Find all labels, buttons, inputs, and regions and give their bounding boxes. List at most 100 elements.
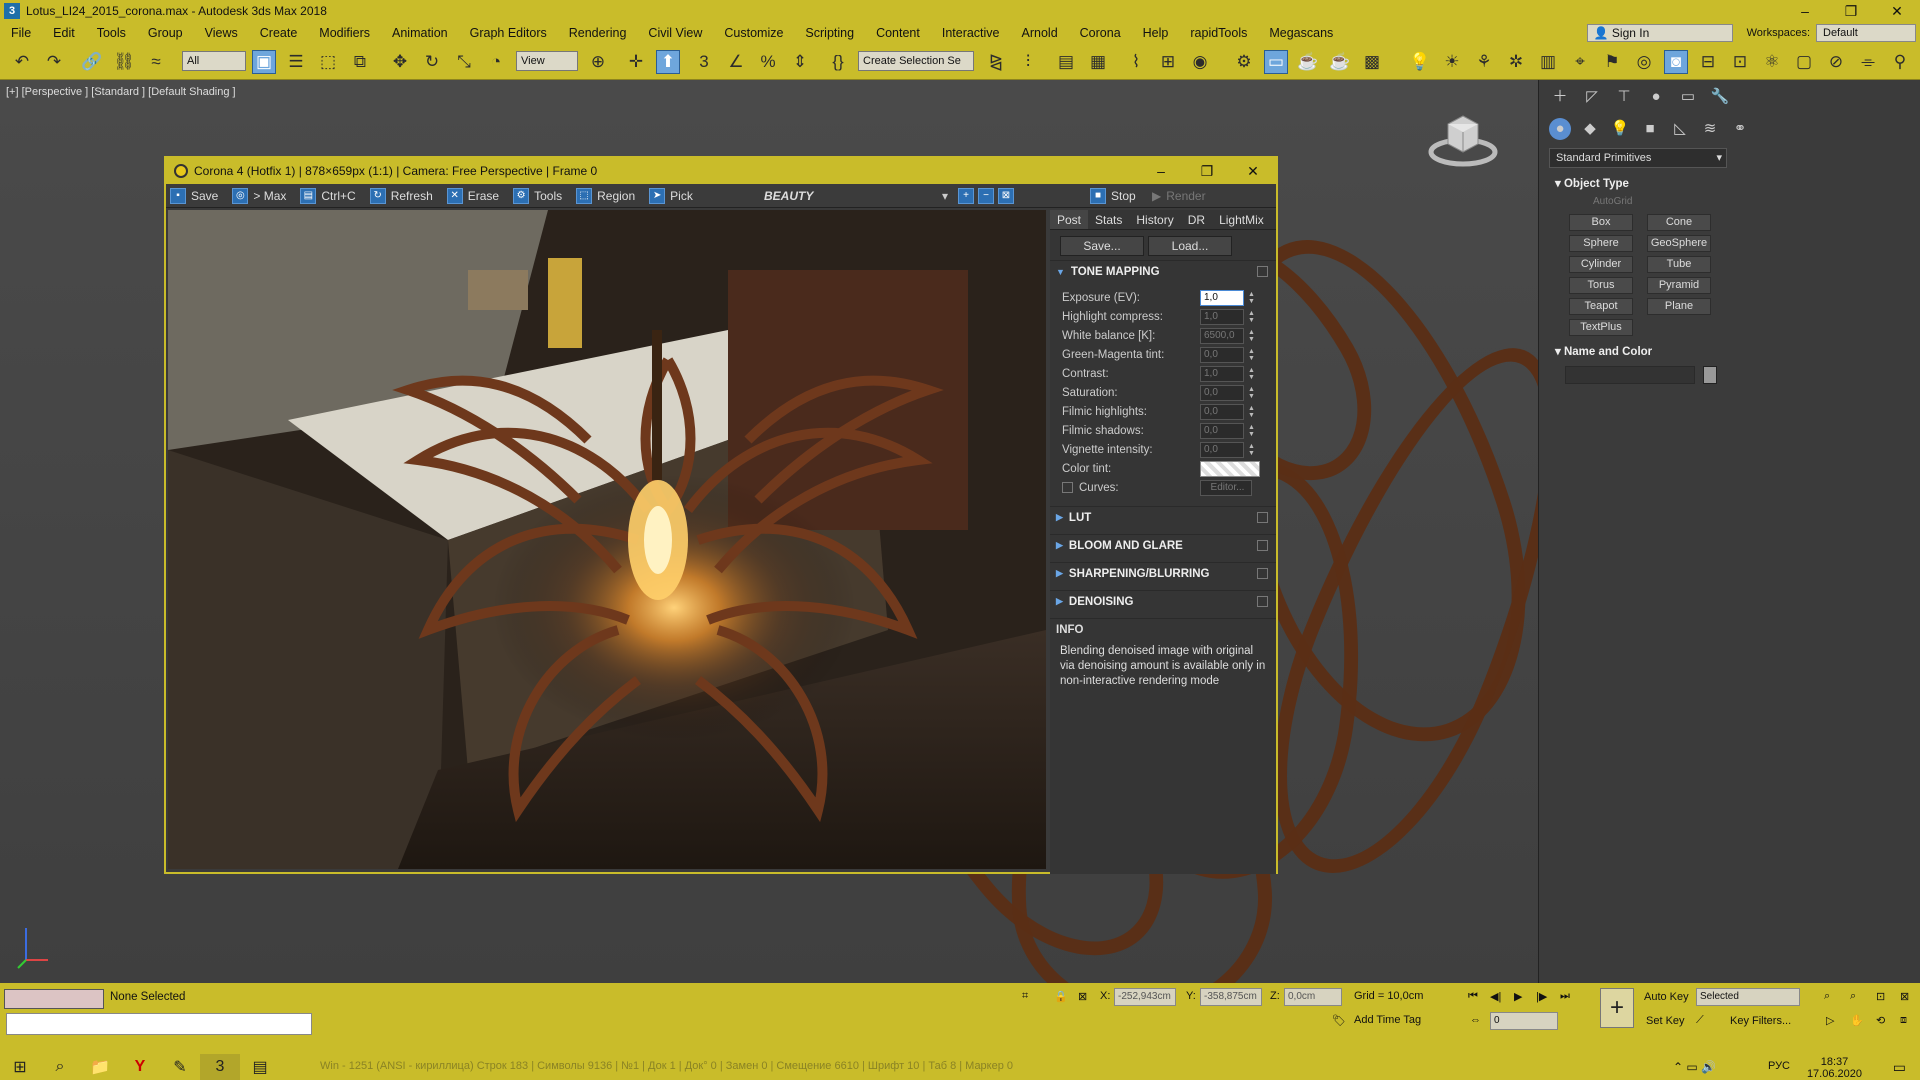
lock-icon[interactable]: 🔒 [1054,990,1068,1003]
script-input-bar[interactable] [6,1013,312,1035]
color-tint-swatch[interactable] [1200,460,1260,477]
align-icon[interactable]: ⫶ [1016,50,1040,74]
hierarchy-tab-icon[interactable]: ⊤ [1613,86,1635,108]
pan-view-icon[interactable]: ✋ [1850,1014,1864,1027]
rect-selection-icon[interactable]: ⬚ [316,50,340,74]
minimize-button[interactable]: – [1782,0,1828,22]
geometry-icon[interactable]: ● [1549,118,1571,140]
curve-editor-icon[interactable]: ⌇ [1124,50,1148,74]
window-crossing-icon[interactable]: ⧉ [348,50,372,74]
geosphere-button[interactable]: GeoSphere [1647,235,1711,252]
lut-section[interactable]: ▶ LUT [1050,506,1276,528]
render-online-icon[interactable]: ▩ [1360,50,1384,74]
tab-stats[interactable]: Stats [1088,210,1129,229]
menu-interactive[interactable]: Interactive [931,22,1011,44]
orbit-icon[interactable]: ⟲ [1876,1014,1885,1027]
set-key-big-icon[interactable]: + [1600,988,1634,1028]
y-coordinate-input[interactable]: -358,875cm [1200,988,1262,1006]
3dsmax-taskbar-icon[interactable]: 3 [200,1054,240,1080]
selection-filter-dropdown[interactable]: All [182,51,246,71]
vfb-stop-button[interactable]: ■ Stop [1086,184,1146,208]
filmic-shadows-input[interactable]: 0,0 [1200,422,1244,439]
spinner-icon[interactable]: ▲ ▼ [1248,405,1256,419]
exposure-input[interactable]: 1,0 [1200,289,1244,306]
add-time-tag-button[interactable]: Add Time Tag [1354,1014,1421,1026]
vfb-save-button[interactable]: ▪ Save [166,184,228,208]
menu-tools[interactable]: Tools [86,22,137,44]
menu-scripting[interactable]: Scripting [794,22,865,44]
curves-editor-button[interactable]: Editor... [1200,479,1252,496]
search-icon[interactable]: ⌕ [40,1054,80,1080]
menu-file[interactable]: File [0,22,42,44]
zoom-in-icon[interactable]: + [958,187,974,204]
tone-mapping-section[interactable]: ▼ TONE MAPPING [1050,260,1276,282]
auto-key-button[interactable]: Auto Key [1644,988,1689,1006]
corona-lightmix-icon[interactable]: ⚛ [1760,50,1784,74]
spinner-icon[interactable]: ▲ ▼ [1248,367,1256,381]
corona-scatter-icon[interactable]: ✲ [1504,50,1528,74]
name-color-header[interactable]: ▾ Name and Color [1549,342,1727,362]
corona-interactive-icon[interactable]: ⊡ [1728,50,1752,74]
spinner-icon[interactable]: ▲ ▼ [1248,424,1256,438]
unlink-icon[interactable]: ⛓ [112,50,136,74]
spinner-snap-icon[interactable]: ⇕ [788,50,812,74]
zoom-extents-icon[interactable]: ⊡ [1876,990,1885,1003]
text-editor-icon[interactable]: ▤ [240,1054,280,1080]
display-tab-icon[interactable]: ▭ [1677,86,1699,108]
menu-graph-editors[interactable]: Graph Editors [459,22,558,44]
corona-box-icon[interactable]: ▢ [1792,50,1816,74]
select-object-icon[interactable]: ▣ [252,50,276,74]
vfb-render-button[interactable]: ▶ Render [1148,184,1216,208]
keyboard-shortcut-override-icon[interactable]: ⬆ [656,50,680,74]
pyramid-button[interactable]: Pyramid [1647,277,1711,294]
keyboard-language[interactable]: РУС [1768,1060,1790,1072]
cone-button[interactable]: Cone [1647,214,1711,231]
teapot-button[interactable]: Teapot [1569,298,1633,315]
modify-tab-icon[interactable]: ◸ [1581,86,1603,108]
yandex-browser-icon[interactable]: Y [120,1054,160,1080]
menu-edit[interactable]: Edit [42,22,86,44]
spinner-icon[interactable]: ▲ ▼ [1248,348,1256,362]
tab-dr[interactable]: DR [1181,210,1212,229]
spinner-icon[interactable]: ▲ ▼ [1248,310,1256,324]
object-color-swatch[interactable] [1703,366,1717,384]
mirror-icon[interactable]: ⧎ [984,50,1008,74]
render-setup-icon[interactable]: ⚙ [1232,50,1256,74]
box-button[interactable]: Box [1569,214,1633,231]
highlight-compress-input[interactable]: 1,0 [1200,308,1244,325]
cylinder-button[interactable]: Cylinder [1569,256,1633,273]
link-icon[interactable]: 🔗 [80,50,104,74]
utilities-tab-icon[interactable]: 🔧 [1709,86,1731,108]
corona-sky-icon[interactable]: ⚑ [1600,50,1624,74]
named-selection-set-dropdown[interactable]: Create Selection Se [858,51,974,71]
bind-spacewarp-icon[interactable]: ≈ [144,50,168,74]
zoom-extents-all-icon[interactable]: ⊠ [1900,990,1909,1003]
vfb-refresh-button[interactable]: ↻ Refresh [366,184,443,208]
zoom-all-icon[interactable]: ⌕ [1850,990,1856,1003]
menu-content[interactable]: Content [865,22,931,44]
menu-corona[interactable]: Corona [1069,22,1132,44]
place-icon[interactable]: ◔ [484,50,508,74]
helpers-icon[interactable]: ◺ [1669,118,1691,140]
menu-animation[interactable]: Animation [381,22,459,44]
vfb-to-max-button[interactable]: ◎ > Max [228,184,296,208]
field-of-view-icon[interactable]: ▷ [1826,1014,1834,1027]
green-magenta-input[interactable]: 0,0 [1200,346,1244,363]
tab-history[interactable]: History [1129,210,1180,229]
menu-arnold[interactable]: Arnold [1011,22,1069,44]
object-type-header[interactable]: ▾ Object Type [1549,174,1727,194]
tab-post[interactable]: Post [1050,210,1089,229]
pivot-center-icon[interactable]: ⊕ [586,50,610,74]
menu-help[interactable]: Help [1132,22,1180,44]
move-icon[interactable]: ✥ [388,50,412,74]
bloom-glare-section[interactable]: ▶ BLOOM AND GLARE [1050,534,1276,556]
notifications-icon[interactable]: ▭ [1893,1059,1906,1076]
cameras-icon[interactable]: ■ [1639,118,1661,140]
tray-icons[interactable]: ⌃ ▭ 🔊 [1673,1060,1716,1074]
primitive-category-dropdown[interactable]: Standard Primitives ▾ [1549,148,1727,168]
post-load-button[interactable]: Load... [1148,236,1232,256]
key-filters-button[interactable]: Key Filters... [1730,1012,1791,1030]
vfb-maximize-button[interactable]: ❐ [1184,158,1230,184]
shapes-icon[interactable]: ◆ [1579,118,1601,140]
windows-start-icon[interactable]: ⊞ [0,1054,40,1080]
